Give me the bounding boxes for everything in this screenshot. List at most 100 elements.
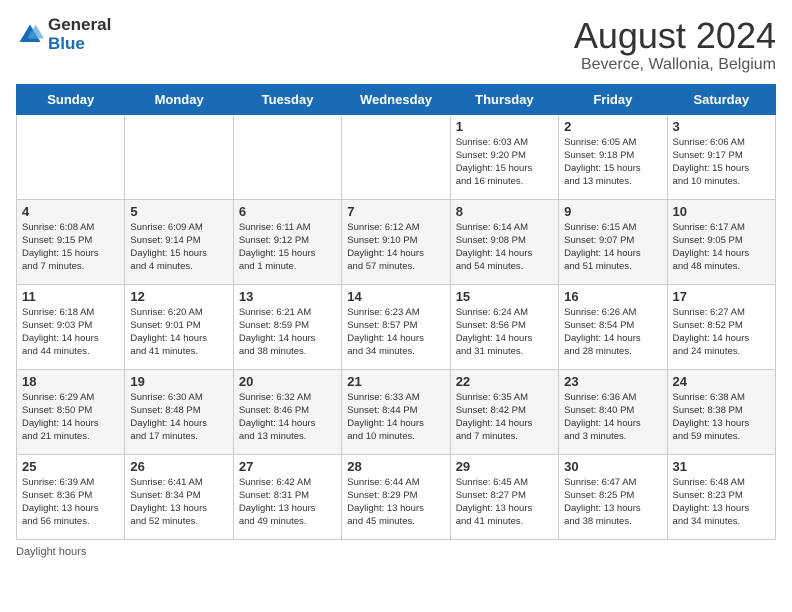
calendar-day-cell: 18Sunrise: 6:29 AM Sunset: 8:50 PM Dayli… [17, 369, 125, 454]
day-number: 10 [673, 204, 770, 219]
day-info: Sunrise: 6:12 AM Sunset: 9:10 PM Dayligh… [347, 221, 444, 274]
day-number: 26 [130, 459, 227, 474]
calendar-day-cell: 23 Sunrise: 6:36 AM Sunset: 8:40 PM Dayli… [559, 369, 667, 454]
day-info: Sunrise: 6:05 AM Sunset: 9:18 PM Dayligh… [564, 136, 661, 189]
day-info: Sunrise: 6:15 AM Sunset: 9:07 PM Dayligh… [564, 221, 661, 274]
day-info: Sunrise: 6:45 AM Sunset: 8:27 PM Dayligh… [456, 476, 553, 529]
calendar-day-cell: 31 Sunrise: 6:48 AM Sunset: 8:23 PM Dayli… [667, 454, 775, 539]
day-info: Sunrise: 6:36 AM Sunset: 8:40 PM Dayligh… [564, 391, 661, 444]
day-number: 14 [347, 289, 444, 304]
calendar-day-cell: 19Sunrise: 6:30 AM Sunset: 8:48 PM Dayli… [125, 369, 233, 454]
calendar-day-cell: 15Sunrise: 6:24 AM Sunset: 8:56 PM Dayli… [450, 284, 558, 369]
calendar-day-cell: 17Sunrise: 6:27 AM Sunset: 8:52 PM Dayli… [667, 284, 775, 369]
calendar-day-cell: 5Sunrise: 6:09 AM Sunset: 9:14 PM Daylig… [125, 199, 233, 284]
calendar-day-cell [233, 114, 341, 199]
day-of-week-header: Thursday [450, 84, 558, 114]
logo-text-blue: Blue [48, 35, 111, 54]
day-number: 12 [130, 289, 227, 304]
day-of-week-header: Saturday [667, 84, 775, 114]
day-of-week-header: Monday [125, 84, 233, 114]
day-number: 9 [564, 204, 661, 219]
day-info: Sunrise: 6:27 AM Sunset: 8:52 PM Dayligh… [673, 306, 770, 359]
calendar-day-cell: 13Sunrise: 6:21 AM Sunset: 8:59 PM Dayli… [233, 284, 341, 369]
calendar-week-row: 18Sunrise: 6:29 AM Sunset: 8:50 PM Dayli… [17, 369, 776, 454]
calendar-day-cell: 8Sunrise: 6:14 AM Sunset: 9:08 PM Daylig… [450, 199, 558, 284]
calendar-day-cell: 25 Sunrise: 6:39 AM Sunset: 8:36 PM Dayli… [17, 454, 125, 539]
calendar-day-cell: 11Sunrise: 6:18 AM Sunset: 9:03 PM Dayli… [17, 284, 125, 369]
day-info: Sunrise: 6:41 AM Sunset: 8:34 PM Dayligh… [130, 476, 227, 529]
calendar-day-cell [342, 114, 450, 199]
calendar-day-cell: 7 Sunrise: 6:12 AM Sunset: 9:10 PM Daylig… [342, 199, 450, 284]
day-info: Sunrise: 6:20 AM Sunset: 9:01 PM Dayligh… [130, 306, 227, 359]
day-number: 1 [456, 119, 553, 134]
day-number: 20 [239, 374, 336, 389]
day-number: 30 [564, 459, 661, 474]
calendar-week-row: 11Sunrise: 6:18 AM Sunset: 9:03 PM Dayli… [17, 284, 776, 369]
calendar-day-cell: 4 Sunrise: 6:08 AM Sunset: 9:15 PM Daylig… [17, 199, 125, 284]
day-of-week-header: Friday [559, 84, 667, 114]
day-info: Sunrise: 6:03 AM Sunset: 9:20 PM Dayligh… [456, 136, 553, 189]
calendar-day-cell: 24Sunrise: 6:38 AM Sunset: 8:38 PM Dayli… [667, 369, 775, 454]
calendar-day-cell: 22Sunrise: 6:35 AM Sunset: 8:42 PM Dayli… [450, 369, 558, 454]
day-number: 4 [22, 204, 119, 219]
day-number: 27 [239, 459, 336, 474]
day-info: Sunrise: 6:48 AM Sunset: 8:23 PM Dayligh… [673, 476, 770, 529]
days-of-week-row: SundayMondayTuesdayWednesdayThursdayFrid… [17, 84, 776, 114]
calendar-day-cell: 9 Sunrise: 6:15 AM Sunset: 9:07 PM Daylig… [559, 199, 667, 284]
logo: General Blue [16, 16, 111, 53]
day-info: Sunrise: 6:32 AM Sunset: 8:46 PM Dayligh… [239, 391, 336, 444]
calendar-day-cell: 16 Sunrise: 6:26 AM Sunset: 8:54 PM Dayli… [559, 284, 667, 369]
day-number: 25 [22, 459, 119, 474]
day-info: Sunrise: 6:33 AM Sunset: 8:44 PM Dayligh… [347, 391, 444, 444]
footer-note: Daylight hours [16, 546, 776, 558]
calendar-day-cell: 14 Sunrise: 6:23 AM Sunset: 8:57 PM Dayli… [342, 284, 450, 369]
logo-text-general: General [48, 16, 111, 35]
calendar-day-cell: 30Sunrise: 6:47 AM Sunset: 8:25 PM Dayli… [559, 454, 667, 539]
calendar-day-cell: 28Sunrise: 6:44 AM Sunset: 8:29 PM Dayli… [342, 454, 450, 539]
calendar-title-area: August 2024 Beverce, Wallonia, Belgium [574, 16, 776, 74]
day-number: 21 [347, 374, 444, 389]
day-info: Sunrise: 6:11 AM Sunset: 9:12 PM Dayligh… [239, 221, 336, 274]
day-number: 23 [564, 374, 661, 389]
calendar-week-row: 1 Sunrise: 6:03 AM Sunset: 9:20 PM Daylig… [17, 114, 776, 199]
calendar-day-cell [125, 114, 233, 199]
calendar-day-cell: 21 Sunrise: 6:33 AM Sunset: 8:44 PM Dayli… [342, 369, 450, 454]
day-info: Sunrise: 6:17 AM Sunset: 9:05 PM Dayligh… [673, 221, 770, 274]
calendar-header: SundayMondayTuesdayWednesdayThursdayFrid… [17, 84, 776, 114]
calendar-table: SundayMondayTuesdayWednesdayThursdayFrid… [16, 84, 776, 540]
calendar-week-row: 4 Sunrise: 6:08 AM Sunset: 9:15 PM Daylig… [17, 199, 776, 284]
day-number: 2 [564, 119, 661, 134]
day-info: Sunrise: 6:39 AM Sunset: 8:36 PM Dayligh… [22, 476, 119, 529]
calendar-day-cell: 29Sunrise: 6:45 AM Sunset: 8:27 PM Dayli… [450, 454, 558, 539]
day-of-week-header: Wednesday [342, 84, 450, 114]
calendar-day-cell: 6Sunrise: 6:11 AM Sunset: 9:12 PM Daylig… [233, 199, 341, 284]
day-info: Sunrise: 6:18 AM Sunset: 9:03 PM Dayligh… [22, 306, 119, 359]
day-number: 24 [673, 374, 770, 389]
day-info: Sunrise: 6:06 AM Sunset: 9:17 PM Dayligh… [673, 136, 770, 189]
day-number: 16 [564, 289, 661, 304]
logo-icon [16, 21, 44, 49]
calendar-day-cell [17, 114, 125, 199]
calendar-day-cell: 3 Sunrise: 6:06 AM Sunset: 9:17 PM Daylig… [667, 114, 775, 199]
day-number: 31 [673, 459, 770, 474]
day-info: Sunrise: 6:26 AM Sunset: 8:54 PM Dayligh… [564, 306, 661, 359]
day-info: Sunrise: 6:08 AM Sunset: 9:15 PM Dayligh… [22, 221, 119, 274]
day-info: Sunrise: 6:24 AM Sunset: 8:56 PM Dayligh… [456, 306, 553, 359]
calendar-main-title: August 2024 [574, 16, 776, 56]
day-of-week-header: Sunday [17, 84, 125, 114]
day-info: Sunrise: 6:29 AM Sunset: 8:50 PM Dayligh… [22, 391, 119, 444]
day-number: 13 [239, 289, 336, 304]
day-number: 3 [673, 119, 770, 134]
day-info: Sunrise: 6:35 AM Sunset: 8:42 PM Dayligh… [456, 391, 553, 444]
calendar-day-cell: 26 Sunrise: 6:41 AM Sunset: 8:34 PM Dayli… [125, 454, 233, 539]
calendar-day-cell: 20 Sunrise: 6:32 AM Sunset: 8:46 PM Dayli… [233, 369, 341, 454]
calendar-subtitle: Beverce, Wallonia, Belgium [574, 56, 776, 74]
day-info: Sunrise: 6:09 AM Sunset: 9:14 PM Dayligh… [130, 221, 227, 274]
day-number: 7 [347, 204, 444, 219]
page-header: General Blue August 2024 Beverce, Wallon… [16, 16, 776, 74]
day-info: Sunrise: 6:23 AM Sunset: 8:57 PM Dayligh… [347, 306, 444, 359]
day-number: 28 [347, 459, 444, 474]
calendar-day-cell: 2 Sunrise: 6:05 AM Sunset: 9:18 PM Daylig… [559, 114, 667, 199]
calendar-day-cell: 27Sunrise: 6:42 AM Sunset: 8:31 PM Dayli… [233, 454, 341, 539]
calendar-body: 1 Sunrise: 6:03 AM Sunset: 9:20 PM Daylig… [17, 114, 776, 539]
